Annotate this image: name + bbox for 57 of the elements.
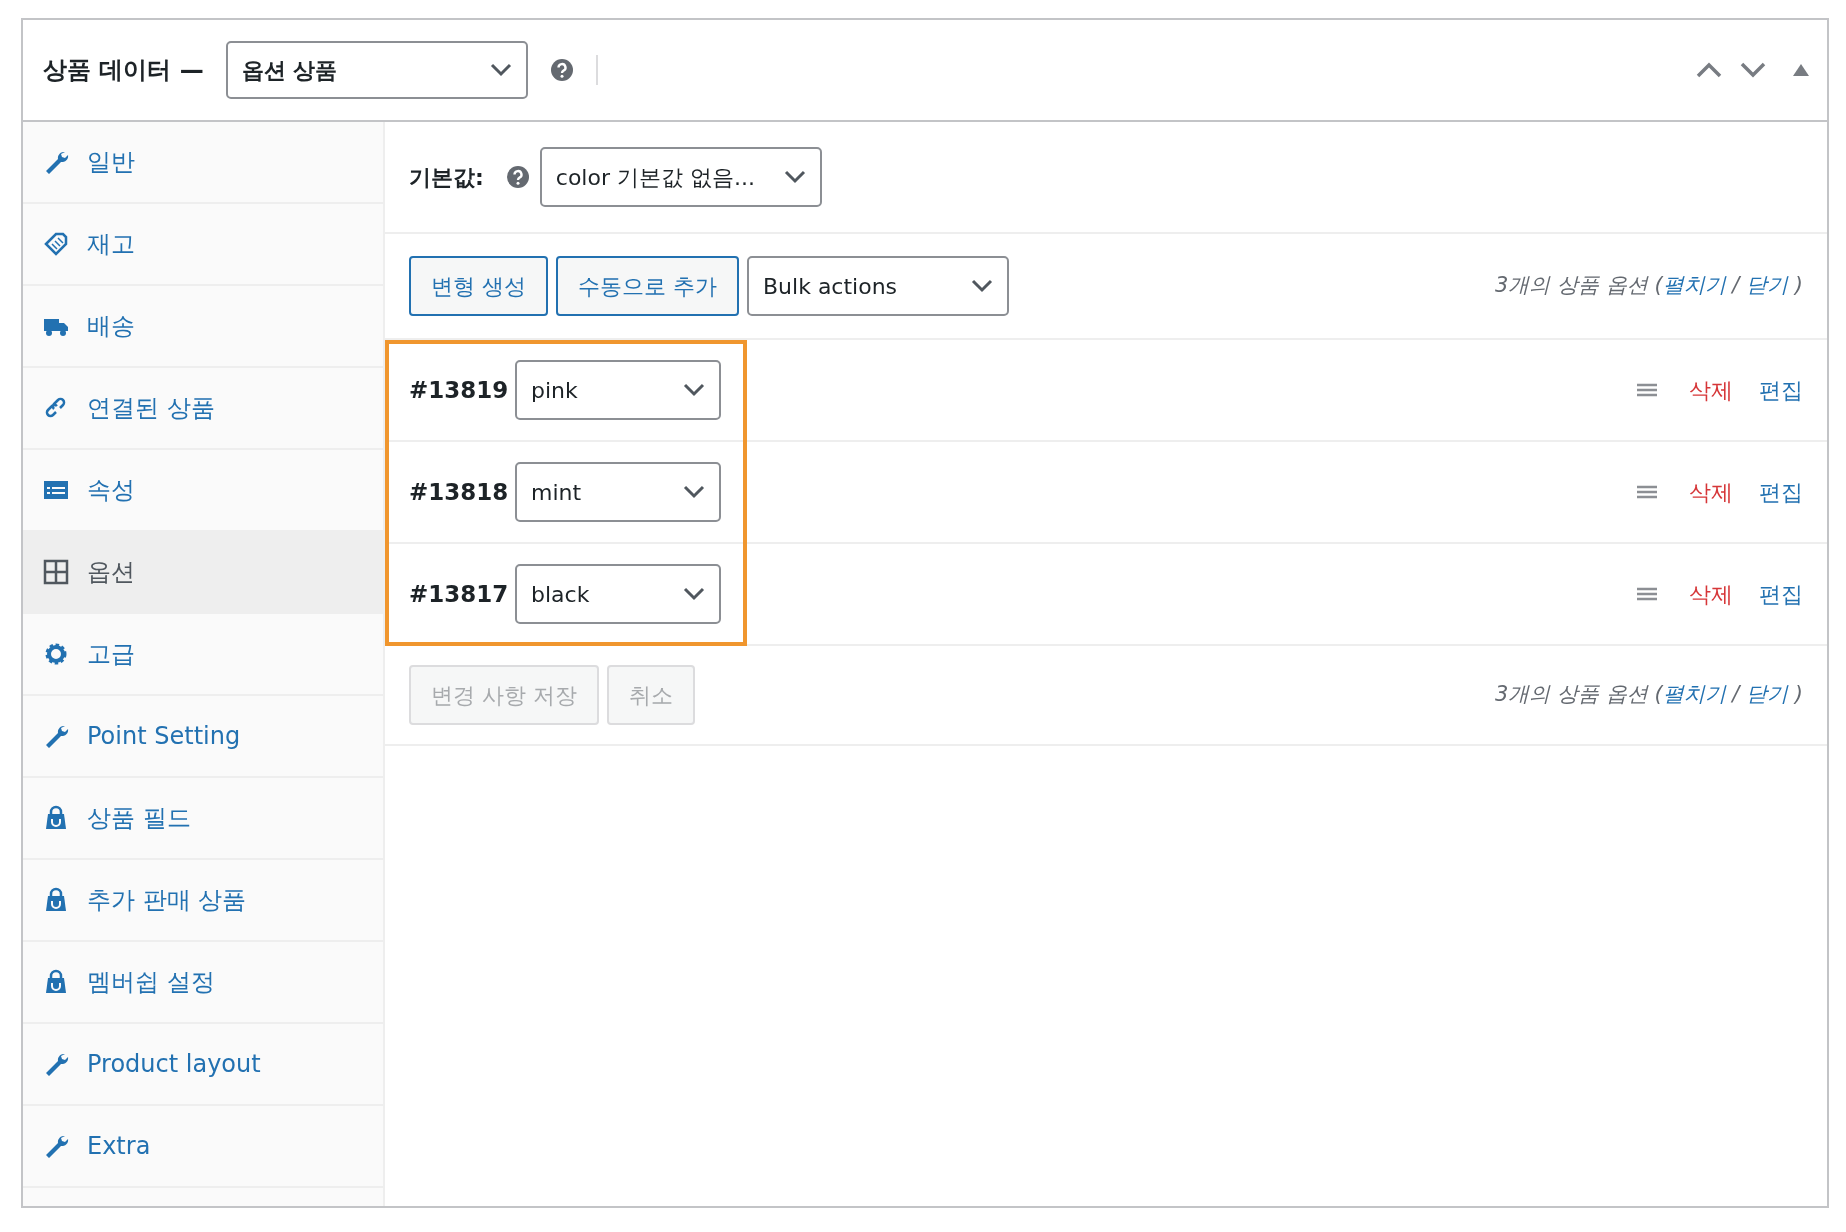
tag-icon bbox=[43, 231, 69, 257]
action-button[interactable]: 수동으로 추가 bbox=[556, 256, 739, 316]
variation-id: #13817 bbox=[409, 579, 510, 609]
sidebar-item[interactable]: Point Setting bbox=[23, 696, 383, 778]
chevron-down-icon bbox=[783, 170, 806, 184]
drag-handle-icon[interactable] bbox=[1635, 382, 1659, 398]
variation-count-text: 3개의 상품 옵션 (펼치기 / 닫기 ) bbox=[1495, 272, 1803, 300]
drag-handle-icon[interactable] bbox=[1635, 586, 1659, 602]
expand-link[interactable]: 펼치기 bbox=[1662, 273, 1726, 298]
move-up-icon[interactable] bbox=[1695, 60, 1723, 80]
action-button[interactable]: 변형 생성 bbox=[409, 256, 548, 316]
sidebar-item[interactable]: 추가 판매 상품 bbox=[23, 860, 383, 942]
edit-link[interactable]: 편집 bbox=[1759, 475, 1803, 509]
chevron-down-icon bbox=[683, 485, 705, 499]
collapse-triangle-icon[interactable] bbox=[1793, 64, 1809, 76]
sidebar-item[interactable]: 연결된 상품 bbox=[23, 368, 383, 450]
sidebar-item[interactable]: 옵션 bbox=[23, 532, 383, 614]
chevron-down-icon bbox=[971, 279, 993, 293]
sidebar-item[interactable]: 재고 bbox=[23, 204, 383, 286]
collapse-link[interactable]: 닫기 bbox=[1746, 273, 1789, 298]
help-icon[interactable] bbox=[549, 58, 574, 82]
grid-icon bbox=[43, 559, 69, 585]
chevron-down-icon bbox=[489, 63, 512, 77]
variation-count-text: 3개의 상품 옵션 (펼치기 / 닫기 ) bbox=[1495, 681, 1803, 709]
edit-link[interactable]: 편집 bbox=[1759, 577, 1803, 611]
bag-icon bbox=[43, 805, 69, 831]
sidebar-item[interactable]: Extra bbox=[23, 1106, 383, 1188]
drag-handle-icon[interactable] bbox=[1635, 484, 1659, 500]
expand-link[interactable]: 펼치기 bbox=[1662, 682, 1726, 707]
variation-id: #13819 bbox=[409, 375, 510, 405]
variation-id: #13818 bbox=[409, 477, 510, 507]
sidebar-item[interactable]: 상품 필드 bbox=[23, 778, 383, 860]
help-icon[interactable] bbox=[505, 165, 530, 189]
delete-link[interactable]: 삭제 bbox=[1689, 373, 1733, 407]
sidebar-item[interactable]: 멤버쉽 설정 bbox=[23, 942, 383, 1024]
delete-link[interactable]: 삭제 bbox=[1689, 475, 1733, 509]
bulk-actions-dropdown[interactable]: Bulk actions bbox=[747, 256, 1009, 316]
panel-title: 상품 데이터 — bbox=[43, 55, 204, 86]
gear-icon bbox=[43, 641, 69, 667]
sidebar-item[interactable]: 배송 bbox=[23, 286, 383, 368]
product-type-dropdown[interactable]: 옵션 상품 bbox=[225, 41, 528, 99]
sidebar-item[interactable]: 일반 bbox=[23, 122, 383, 204]
default-value-dropdown[interactable]: color 기본값 없음... bbox=[539, 147, 822, 207]
variation-dropdown[interactable]: pink bbox=[515, 360, 721, 420]
default-label: 기본값: bbox=[409, 163, 484, 192]
sidebar-item[interactable]: Product layout bbox=[23, 1024, 383, 1106]
delete-link[interactable]: 삭제 bbox=[1689, 577, 1733, 611]
collapse-link[interactable]: 닫기 bbox=[1746, 682, 1789, 707]
variation-dropdown[interactable]: black bbox=[515, 564, 721, 624]
chevron-down-icon bbox=[683, 587, 705, 601]
variation-dropdown[interactable]: mint bbox=[515, 462, 721, 522]
edit-link[interactable]: 편집 bbox=[1759, 373, 1803, 407]
move-down-icon[interactable] bbox=[1739, 60, 1767, 80]
bag-icon bbox=[43, 969, 69, 995]
sidebar-item[interactable]: 고급 bbox=[23, 614, 383, 696]
bag-icon bbox=[43, 887, 69, 913]
chevron-down-icon bbox=[683, 383, 705, 397]
